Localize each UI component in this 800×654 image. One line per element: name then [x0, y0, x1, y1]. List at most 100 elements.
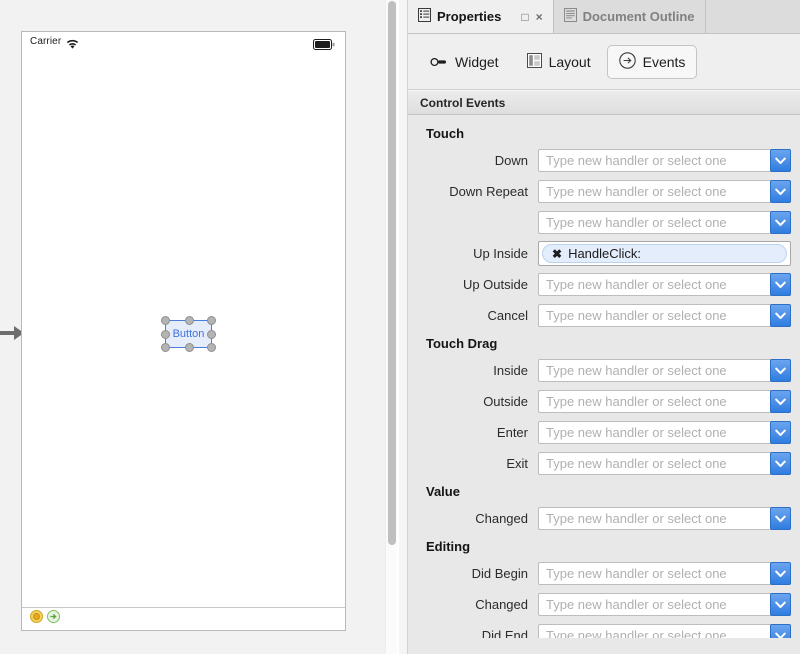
status-bar: Carrier	[22, 32, 345, 54]
event-row-label: Did End	[481, 628, 528, 638]
mode-layout-button[interactable]: Layout	[515, 46, 603, 78]
event-handler-combobox[interactable]: Type new handler or select one	[538, 421, 791, 444]
event-row-label: Inside	[493, 363, 528, 378]
event-handler-combobox[interactable]: Type new handler or select one	[538, 593, 791, 616]
event-handler-combobox[interactable]: Type new handler or select one	[538, 507, 791, 530]
chevron-down-icon[interactable]	[770, 359, 791, 382]
pin-connector-icon	[430, 54, 448, 70]
resize-handle-e[interactable]	[207, 330, 216, 339]
widget-button-label: Button	[172, 328, 205, 340]
event-row: Up Outside Type new handler or select one	[408, 269, 800, 300]
event-row: Enter Type new handler or select one	[408, 417, 800, 448]
event-handler-combobox[interactable]: Type new handler or select one	[538, 624, 791, 638]
event-handler-combobox[interactable]: Type new handler or select one	[538, 452, 791, 475]
properties-list-icon	[418, 8, 431, 25]
properties-pad: Properties □ × Document Outline Widget L…	[408, 0, 800, 654]
resize-handle-s[interactable]	[185, 343, 194, 352]
event-row-label: Cancel	[487, 308, 528, 323]
event-handler-placeholder: Type new handler or select one	[546, 425, 727, 440]
event-row: Type new handler or select one	[408, 207, 800, 238]
event-handler-combobox[interactable]: Type new handler or select one	[538, 359, 791, 382]
chevron-down-icon[interactable]	[770, 593, 791, 616]
event-row: Exit Type new handler or select one	[408, 448, 800, 479]
resize-handle-ne[interactable]	[207, 316, 216, 325]
close-icon[interactable]: ×	[536, 11, 543, 23]
pad-tab-strip: Properties □ × Document Outline	[408, 0, 800, 34]
event-handler-placeholder: Type new handler or select one	[546, 184, 727, 199]
event-row: Did Begin Type new handler or select one	[408, 558, 800, 589]
chevron-down-icon[interactable]	[770, 562, 791, 585]
wifi-icon	[66, 37, 79, 55]
event-row: Down Type new handler or select one	[408, 145, 800, 176]
tab-document-outline[interactable]: Document Outline	[553, 0, 706, 33]
event-handler-combobox[interactable]: Type new handler or select one	[538, 180, 791, 203]
resize-handle-se[interactable]	[207, 343, 216, 352]
resize-handle-n[interactable]	[185, 316, 194, 325]
event-row-label: Down	[494, 153, 528, 168]
mode-events-button[interactable]: Events	[606, 44, 698, 79]
event-handler-combobox[interactable]: Type new handler or select one	[538, 273, 791, 296]
event-row-label: Enter	[496, 425, 528, 440]
event-row: Did End Type new handler or select one	[408, 620, 800, 638]
remove-handler-icon[interactable]: ✖	[552, 248, 562, 260]
layout-panel-icon	[526, 52, 542, 71]
handler-token-label: HandleClick:	[568, 246, 642, 261]
chevron-down-icon[interactable]	[770, 211, 791, 234]
tab-document-outline-label: Document Outline	[582, 9, 695, 24]
chevron-down-icon[interactable]	[770, 507, 791, 530]
event-handler-token-field[interactable]: ✖ HandleClick:	[538, 241, 791, 266]
event-handler-placeholder: Type new handler or select one	[546, 308, 727, 323]
chevron-down-icon[interactable]	[770, 180, 791, 203]
resize-handle-sw[interactable]	[161, 343, 170, 352]
event-handler-placeholder: Type new handler or select one	[546, 511, 727, 526]
event-handler-combobox[interactable]: Type new handler or select one	[538, 562, 791, 585]
chevron-down-icon[interactable]	[770, 149, 791, 172]
tab-properties-label: Properties	[437, 9, 502, 24]
resize-handle-nw[interactable]	[161, 316, 170, 325]
event-row-label: Down Repeat	[449, 184, 528, 199]
event-handler-combobox[interactable]: Type new handler or select one	[538, 304, 791, 327]
event-handler-placeholder: Type new handler or select one	[546, 277, 727, 292]
event-handler-combobox[interactable]: Type new handler or select one	[538, 390, 791, 413]
chevron-down-icon[interactable]	[770, 421, 791, 444]
event-row-label: Up Inside	[473, 246, 528, 261]
first-responder-icon[interactable]	[30, 610, 43, 628]
mode-widget-button[interactable]: Widget	[418, 47, 511, 77]
mode-toolbar: Widget Layout Events	[408, 34, 800, 90]
event-handler-placeholder: Type new handler or select one	[546, 394, 727, 409]
event-row-label: Up Outside	[462, 277, 528, 292]
canvas-vertical-scrollbar[interactable]	[385, 0, 397, 654]
tab-properties[interactable]: Properties □ ×	[408, 0, 554, 33]
control-events-list[interactable]: Touch Down Type new handler or select one D…	[408, 115, 800, 638]
exit-icon[interactable]	[47, 610, 60, 628]
chevron-down-icon[interactable]	[770, 624, 791, 638]
event-handler-combobox[interactable]: Type new handler or select one	[538, 149, 791, 172]
chevron-down-icon[interactable]	[770, 304, 791, 327]
chevron-down-icon[interactable]	[770, 452, 791, 475]
resize-handle-w[interactable]	[161, 330, 170, 339]
event-row-label: Outside	[483, 394, 528, 409]
widget-button[interactable]: Button	[161, 316, 216, 352]
event-handler-placeholder: Type new handler or select one	[546, 153, 727, 168]
battery-icon	[313, 37, 335, 55]
scrollbar-thumb[interactable]	[388, 1, 396, 545]
mode-events-label: Events	[642, 53, 686, 70]
event-row: Outside Type new handler or select one	[408, 386, 800, 417]
device-frame[interactable]: Carrier Button	[21, 31, 346, 631]
control-events-title: Control Events	[420, 95, 506, 110]
event-handler-placeholder: Type new handler or select one	[546, 215, 727, 230]
maximize-icon[interactable]: □	[521, 11, 528, 23]
event-row-label: Changed	[475, 511, 528, 526]
event-handler-combobox[interactable]: Type new handler or select one	[538, 211, 791, 234]
chevron-down-icon[interactable]	[770, 273, 791, 296]
event-row-label: Changed	[475, 597, 528, 612]
pane-divider[interactable]	[399, 0, 408, 654]
event-row: Inside Type new handler or select one	[408, 355, 800, 386]
event-row: Cancel Type new handler or select one	[408, 300, 800, 331]
event-row: Changed Type new handler or select one	[408, 589, 800, 620]
storyboard-canvas[interactable]: Carrier Button	[0, 0, 385, 654]
chevron-down-icon[interactable]	[770, 390, 791, 413]
handler-token[interactable]: ✖ HandleClick:	[542, 244, 787, 263]
event-row: Up Inside ✖ HandleClick:	[408, 238, 800, 269]
event-group-title: Editing	[426, 539, 471, 554]
